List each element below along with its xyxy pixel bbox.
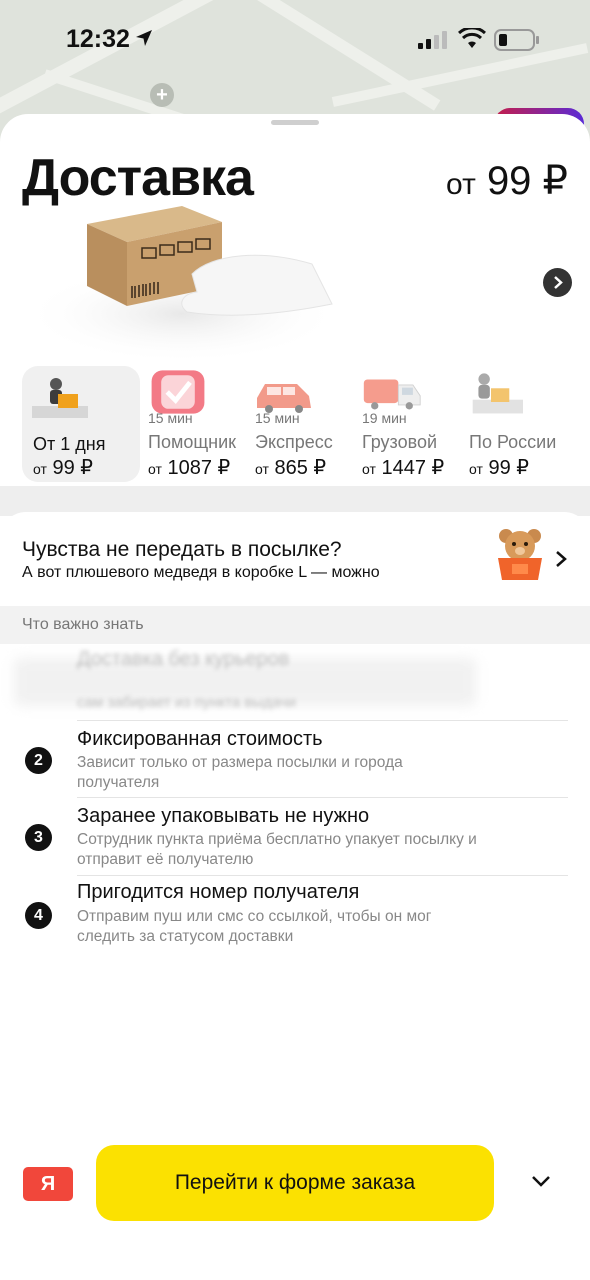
tariff-selector: От 1 дня от 99 ₽ 15 мин Помощник от 1087… — [22, 366, 590, 482]
info-section-header: Что важно знать — [0, 606, 590, 644]
info-item-desc: Зависит только от размера посылки и горо… — [77, 754, 403, 791]
chevron-down-icon[interactable] — [530, 1174, 552, 1188]
separator — [77, 875, 568, 876]
cellular-signal-icon — [418, 31, 447, 49]
separator — [77, 720, 568, 721]
sheet-grabber[interactable] — [271, 120, 319, 125]
bottom-bar: Я Перейти к форме заказа — [0, 1140, 590, 1240]
status-time: 12:32 — [66, 25, 130, 53]
price-from: от 99 ₽ — [446, 159, 568, 203]
promo-headline: Чувства не передать в посылке? — [22, 538, 342, 561]
map-plus-icon[interactable]: + — [150, 83, 174, 107]
checkmark-helper-icon — [151, 370, 205, 414]
info-item-desc: Сотрудник пункта приёма бесплатно упакуе… — [77, 831, 477, 868]
step-number-badge: 2 — [25, 747, 52, 774]
pickup-point-icon — [32, 378, 88, 418]
next-slide-button[interactable] — [543, 268, 572, 297]
separator — [77, 797, 568, 798]
status-bar: 12:32 — [0, 0, 590, 80]
info-item-title: Пригодится номер получателя — [77, 881, 360, 903]
info-item-title: Фиксированная стоимость — [77, 728, 323, 750]
tariff-option-pickup[interactable]: От 1 дня от 99 ₽ — [22, 366, 140, 482]
step-number-badge: 4 — [25, 902, 52, 929]
battery-icon — [494, 29, 539, 51]
tariff-option-helper[interactable]: 15 мин Помощник от 1087 ₽ — [148, 366, 266, 482]
info-item-title: Заранее упаковывать не нужно — [77, 805, 370, 827]
chevron-right-icon — [556, 551, 567, 567]
delivery-sheet: Доставка от 99 ₽ От 1 дня от 99 ₽ 15 мин… — [0, 114, 590, 504]
yandex-logo: Я — [23, 1167, 73, 1201]
tariff-option-cargo[interactable]: 19 мин Грузовой от 1447 ₽ — [362, 366, 480, 482]
tariff-option-express[interactable]: 15 мин Экспресс от 865 ₽ — [255, 366, 373, 482]
tariff-option-russia[interactable]: По России от 99 ₽ — [469, 366, 587, 482]
box-hand-illustration — [22, 206, 342, 364]
promo-banner[interactable]: Чувства не передать в посылке? А вот плю… — [0, 512, 590, 606]
teddy-bear-box-icon — [498, 529, 542, 580]
step-number-badge: 3 — [25, 824, 52, 851]
russia-delivery-icon — [472, 373, 523, 414]
info-item-desc: Отправим пуш или смс со ссылкой, чтобы о… — [77, 908, 432, 945]
location-arrow-icon — [136, 30, 152, 46]
promo-subtitle: А вот плюшевого медведя в коробке L — мо… — [22, 564, 380, 581]
go-to-order-form-button[interactable]: Перейти к форме заказа — [96, 1145, 494, 1221]
chevron-right-icon — [554, 276, 563, 289]
wifi-icon — [458, 28, 486, 48]
